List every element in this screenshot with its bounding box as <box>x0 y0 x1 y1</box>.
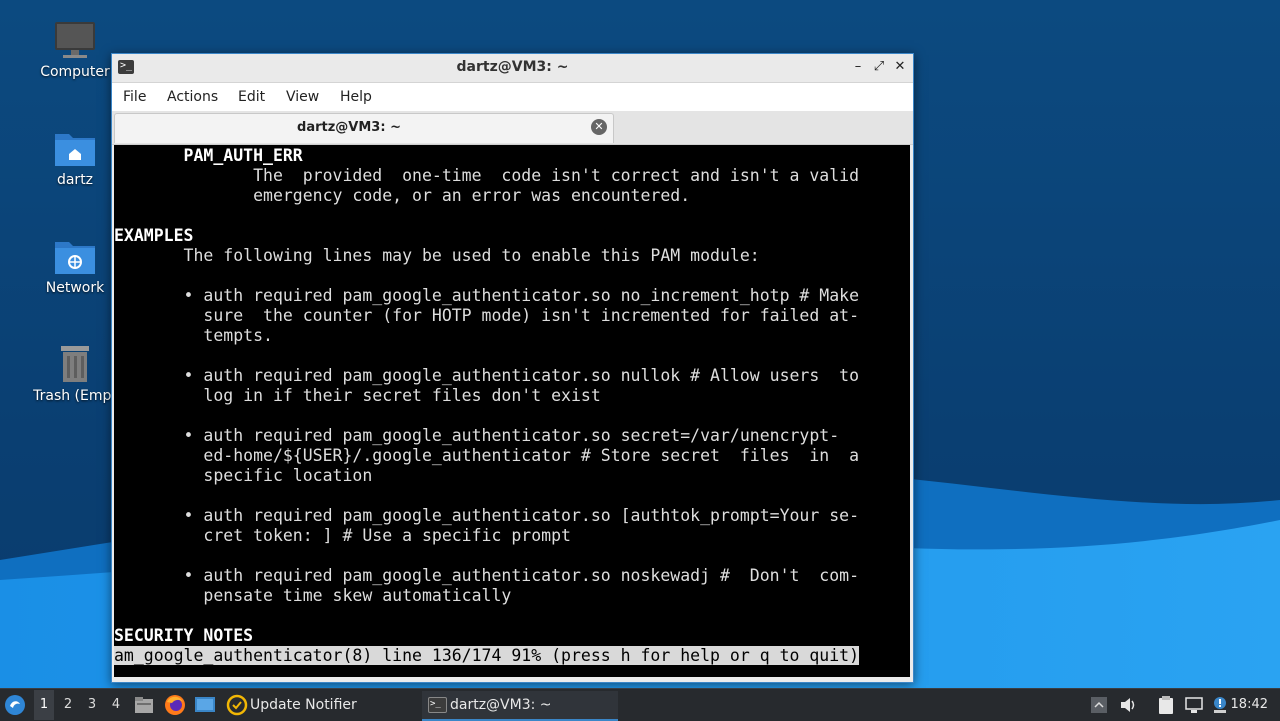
network-icon[interactable] <box>1184 695 1204 715</box>
tray-expand-icon[interactable] <box>1090 696 1108 714</box>
terminal-line: The provided one-time code isn't correct… <box>114 166 860 185</box>
terminal-line: PAM_AUTH_ERR <box>114 146 303 165</box>
trash-icon <box>61 346 89 382</box>
task-update-notifier[interactable]: Update Notifier <box>224 691 414 719</box>
desktop-icon-label: Network <box>45 280 105 296</box>
close-button[interactable]: ✕ <box>891 58 909 76</box>
terminal-line: sure the counter (for HOTP mode) isn't i… <box>114 306 860 325</box>
task-label: dartz@VM3: ~ <box>450 697 552 713</box>
terminal-line: • auth required pam_google_authenticator… <box>114 366 860 385</box>
desktop-icon-network[interactable]: Network <box>25 236 125 296</box>
terminal-line: pensate time skew automatically <box>114 586 512 605</box>
terminal-line: The following lines may be used to enabl… <box>114 246 760 265</box>
terminal-line: • auth required pam_google_authenticator… <box>114 286 860 305</box>
firefox-icon[interactable] <box>164 694 186 716</box>
terminal-line: tempts. <box>114 326 273 345</box>
show-desktop-icon[interactable] <box>194 695 216 715</box>
home-folder-icon <box>55 134 95 166</box>
tab-label: dartz@VM3: ~ <box>297 120 401 135</box>
terminal-output[interactable]: PAM_AUTH_ERR The provided one-time code … <box>114 145 910 677</box>
desktop-icon-label: dartz <box>56 172 94 188</box>
terminal-window: >_ dartz@VM3: ~ – ⤢ ✕ File Actions Edit … <box>111 53 914 683</box>
clipboard-icon[interactable] <box>1156 695 1176 715</box>
window-title: dartz@VM3: ~ <box>456 59 569 75</box>
menu-help[interactable]: Help <box>340 89 372 105</box>
terminal-line: SECURITY NOTES <box>114 626 254 645</box>
workspace-1[interactable]: 1 <box>34 690 54 720</box>
desktop-icon-label: Computer <box>40 64 110 80</box>
minimize-button[interactable]: – <box>849 58 867 76</box>
taskbar: 1 2 3 4 Update Notifier >_ dartz@VM3: ~ <box>0 688 1280 721</box>
clock[interactable]: 18:42 <box>1231 697 1268 712</box>
menu-file[interactable]: File <box>123 89 146 105</box>
tab-close-icon[interactable]: ✕ <box>591 119 607 135</box>
file-manager-icon[interactable] <box>134 695 154 715</box>
task-terminal[interactable]: >_ dartz@VM3: ~ <box>422 691 618 721</box>
menu-view[interactable]: View <box>286 89 319 105</box>
menu-edit[interactable]: Edit <box>238 89 265 105</box>
lxqt-menu-icon[interactable] <box>4 694 26 716</box>
terminal-line: log in if their secret files don't exist <box>114 386 601 405</box>
window-titlebar[interactable]: >_ dartz@VM3: ~ – ⤢ ✕ <box>112 54 913 83</box>
terminal-task-icon: >_ <box>428 697 447 713</box>
network-folder-icon <box>55 242 95 274</box>
workspace-3[interactable]: 3 <box>82 697 102 712</box>
task-label: Update Notifier <box>250 697 357 713</box>
update-notifier-icon <box>226 694 248 716</box>
desktop-icon-label: Trash (Empt <box>33 388 117 404</box>
terminal-line: emergency code, or an error was encounte… <box>114 186 691 205</box>
terminal-line: ed-home/${USER}/.google_authenticator # … <box>114 446 860 465</box>
terminal-line: cret token: ] # Use a specific prompt <box>114 526 571 545</box>
workspace-2[interactable]: 2 <box>58 697 78 712</box>
pager-status-line: am_google_authenticator(8) line 136/174 … <box>114 646 860 665</box>
terminal-text: PAM_AUTH_ERR The provided one-time code … <box>114 146 860 666</box>
terminal-line: EXAMPLES <box>114 226 194 245</box>
menu-bar: File Actions Edit View Help <box>112 83 913 111</box>
tab-bar: dartz@VM3: ~ ✕ <box>112 111 913 145</box>
terminal-line: specific location <box>114 466 373 485</box>
notification-icon[interactable] <box>1210 695 1230 715</box>
computer-icon <box>55 22 95 58</box>
maximize-button[interactable]: ⤢ <box>870 58 888 76</box>
volume-icon[interactable] <box>1118 695 1138 715</box>
terminal-line: • auth required pam_google_authenticator… <box>114 566 860 585</box>
desktop-icon-home-folder[interactable]: dartz <box>25 128 125 188</box>
terminal-line: • auth required pam_google_authenticator… <box>114 506 860 525</box>
desktop-icon-trash[interactable]: Trash (Empt <box>25 344 125 404</box>
menu-actions[interactable]: Actions <box>167 89 218 105</box>
desktop-icon-computer[interactable]: Computer <box>25 20 125 80</box>
workspace-4[interactable]: 4 <box>106 697 126 712</box>
tab-terminal[interactable]: dartz@VM3: ~ ✕ <box>114 113 614 143</box>
terminal-line: • auth required pam_google_authenticator… <box>114 426 840 445</box>
